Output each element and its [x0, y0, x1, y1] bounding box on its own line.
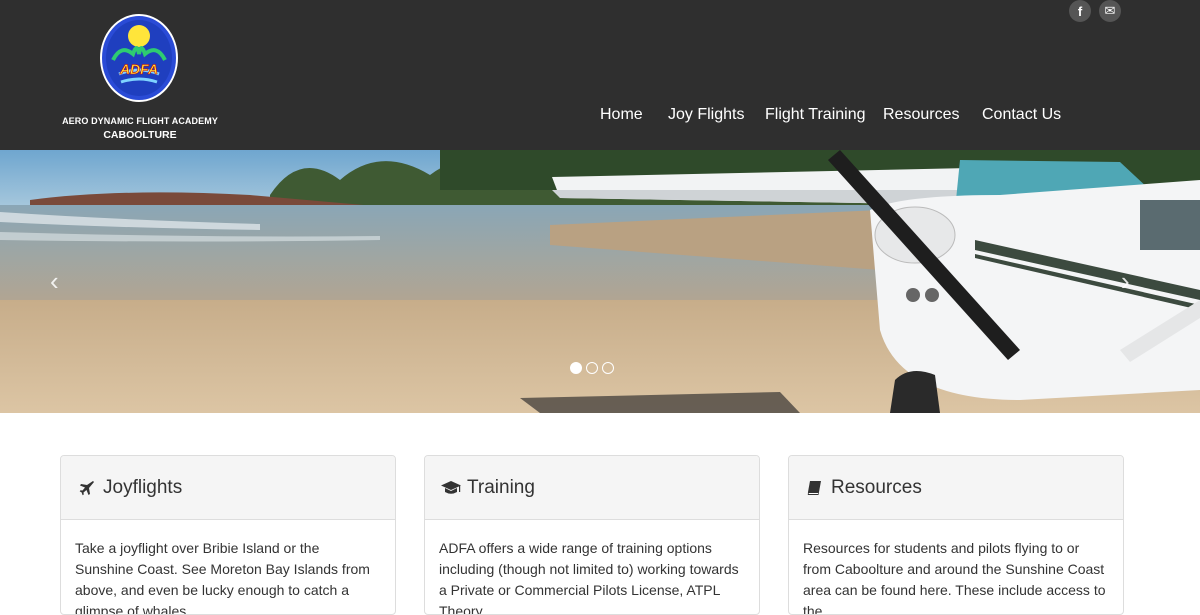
- envelope-icon[interactable]: ✉: [1099, 0, 1121, 22]
- carousel-dot-3[interactable]: [602, 362, 614, 374]
- nav-home[interactable]: Home: [600, 106, 643, 124]
- carousel-indicators: [570, 362, 614, 376]
- adfa-badge-icon: ADFA: [100, 14, 178, 102]
- panel-title[interactable]: Training: [467, 477, 535, 499]
- site-header: ADFA AERO DYNAMIC FLIGHT ACADEMY CABOOLT…: [0, 0, 1200, 150]
- panel-body: Resources for students and pilots flying…: [803, 540, 1106, 615]
- main-nav: Home Joy Flights Flight Training Resourc…: [0, 106, 1200, 130]
- facebook-icon[interactable]: f: [1069, 0, 1091, 22]
- carousel-dot-2[interactable]: [586, 362, 598, 374]
- book-icon: [805, 478, 825, 498]
- graduation-cap-icon: [441, 478, 461, 498]
- panel-training: Training ADFA offers a wide range of tra…: [424, 455, 760, 615]
- panel-heading: Resources: [789, 456, 1123, 520]
- nav-flight-training[interactable]: Flight Training: [765, 106, 866, 124]
- carousel-prev-button[interactable]: ‹: [50, 266, 59, 297]
- panel-title[interactable]: Joyflights: [103, 477, 182, 499]
- nav-joy-flights[interactable]: Joy Flights: [668, 106, 744, 124]
- panel-body: ADFA offers a wide range of training opt…: [439, 540, 739, 615]
- logo-name-line2: CABOOLTURE: [103, 129, 177, 141]
- badge-text: ADFA: [119, 61, 158, 77]
- panel-body: Take a joyflight over Bribie Island or t…: [75, 540, 370, 615]
- panel-heading: Joyflights: [61, 456, 395, 520]
- panel-title[interactable]: Resources: [831, 477, 922, 499]
- nav-resources[interactable]: Resources: [883, 106, 959, 124]
- hero-carousel[interactable]: ‹ ›: [0, 150, 1200, 413]
- nav-contact-us[interactable]: Contact Us: [982, 106, 1061, 124]
- carousel-next-button[interactable]: ›: [1121, 266, 1130, 297]
- plane-icon: [77, 478, 97, 498]
- panel-heading: Training: [425, 456, 759, 520]
- panel-resources: Resources Resources for students and pil…: [788, 455, 1124, 615]
- panel-joyflights: Joyflights Take a joyflight over Bribie …: [60, 455, 396, 615]
- carousel-dot-1[interactable]: [570, 362, 582, 374]
